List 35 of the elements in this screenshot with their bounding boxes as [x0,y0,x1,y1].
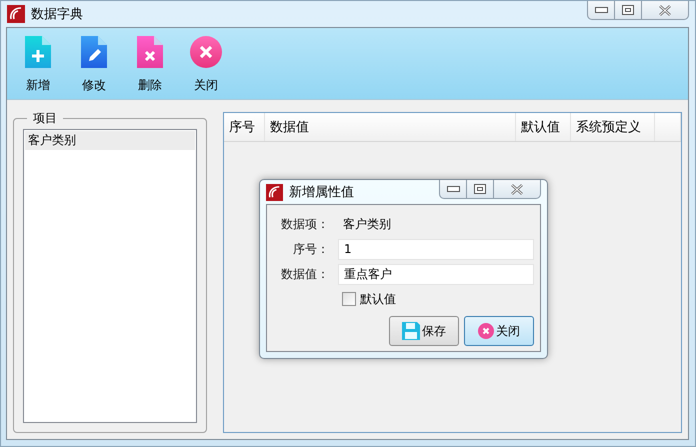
field-value: 客户类别 [343,216,391,232]
checkbox[interactable] [342,292,356,306]
toolbar-button[interactable]: 关闭 [185,28,227,99]
column-header[interactable]: 数据值 [265,113,516,141]
input-field[interactable]: 1 [338,238,534,260]
file-pencil-icon [81,36,107,68]
maximize-icon[interactable] [474,184,486,194]
minimize-icon[interactable] [446,186,460,192]
list-item[interactable]: 客户类别 [25,131,195,150]
toolbar-button[interactable]: 删除 [129,28,171,99]
column-header[interactable]: 默认值 [516,113,571,141]
close-icon [190,36,222,68]
file-plus-icon [25,36,51,68]
window-title: 数据字典 [31,6,83,23]
file-x-icon [137,36,163,68]
column-header[interactable]: 序号 [224,113,265,141]
checkbox-label: 默认值 [360,290,396,308]
close-icon [478,323,494,339]
input-field[interactable]: 重点客户 [338,264,534,284]
group-title: 项目 [32,110,58,127]
close-icon[interactable] [658,4,672,16]
close-icon[interactable] [510,184,524,194]
close-button[interactable]: 关闭 [464,316,534,346]
save-button[interactable]: 保存 [389,316,459,346]
field-label: 数据项： [280,216,329,232]
field-label: 序号： [292,240,329,258]
toolbar-button[interactable]: 修改 [73,28,115,99]
column-header[interactable]: 系统预定义 [571,113,655,141]
field-label: 数据值： [280,266,329,282]
minimize-icon[interactable] [594,7,608,13]
app-logo-icon [7,5,25,23]
toolbar-button[interactable]: 新增 [17,28,59,99]
dialog-title: 新增属性值 [289,184,354,201]
maximize-icon[interactable] [622,5,634,15]
app-logo-icon [266,184,283,200]
